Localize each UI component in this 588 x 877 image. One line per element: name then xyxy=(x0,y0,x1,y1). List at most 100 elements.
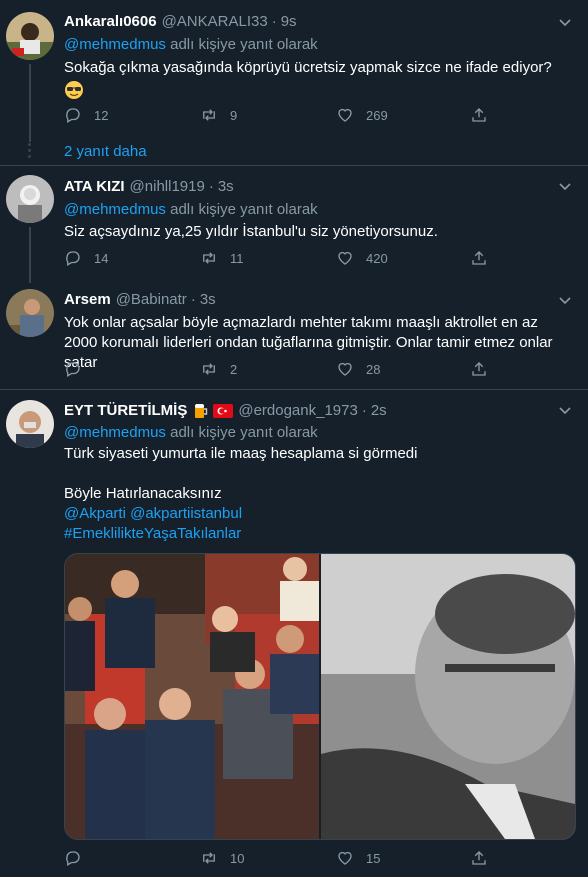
tweet-1[interactable]: Ankaralı0606 @ANKARALI33 · 9s @mehmedmus… xyxy=(0,0,588,165)
avatar[interactable] xyxy=(6,175,54,223)
display-name[interactable]: Ankaralı0606 xyxy=(64,13,157,30)
chevron-down-icon[interactable] xyxy=(557,14,573,30)
like-count: 28 xyxy=(366,361,381,377)
separator-dot: · xyxy=(190,291,196,308)
retweet-count: 9 xyxy=(230,107,238,123)
like-count: 420 xyxy=(366,250,388,266)
display-name[interactable]: EYT TÜRETİLMİŞ xyxy=(64,402,187,419)
tweet-2[interactable]: ATA KIZI @nihll1919 · 3s @mehmedmus adlı… xyxy=(0,166,588,283)
timestamp[interactable]: 3s xyxy=(200,291,216,308)
timestamp[interactable]: 9s xyxy=(281,13,297,30)
heart-icon xyxy=(338,108,352,122)
media-photo xyxy=(65,554,575,839)
like-button[interactable]: 15 xyxy=(336,849,396,867)
share-icon xyxy=(472,251,486,265)
share-button[interactable] xyxy=(470,360,500,378)
reply-icon xyxy=(66,251,80,266)
show-more-replies-link[interactable]: 2 yanıt daha xyxy=(64,143,147,160)
tweet-header: Ankaralı0606 @ANKARALI33 · 9s xyxy=(64,13,297,30)
reply-context: @mehmedmus adlı kişiye yanıt olarak xyxy=(64,36,318,53)
tweet-text: Sokağa çıkma yasağında köprüyü ücretsiz … xyxy=(64,58,574,106)
hashtag-link[interactable]: #EmeklilikteYaşaTakılanlar xyxy=(64,525,241,542)
reply-mention-link[interactable]: @mehmedmus xyxy=(64,201,166,218)
user-handle[interactable]: @ANKARALI33 xyxy=(162,13,268,30)
reply-context: @mehmedmus adlı kişiye yanıt olarak xyxy=(64,424,318,441)
retweet-button[interactable]: 10 xyxy=(200,849,260,867)
tweet-text-line: Böyle Hatırlanacaksınız xyxy=(64,485,222,502)
heart-icon xyxy=(338,251,352,265)
tweet-text: Siz açsaydınız ya,25 yıldır İstanbul'u s… xyxy=(64,223,438,240)
tweet-header: Arsem @Babinatr · 3s xyxy=(64,291,216,308)
reply-context-label: adlı kişiye yanıt olarak xyxy=(165,201,318,218)
share-icon xyxy=(472,362,486,376)
chevron-down-icon[interactable] xyxy=(557,178,573,194)
share-button[interactable] xyxy=(470,106,500,124)
tweet-text-content: Sokağa çıkma yasağında köprüyü ücretsiz … xyxy=(64,59,552,76)
retweet-count: 10 xyxy=(230,850,245,866)
tweet-text-line: Türk siyaseti yumurta ile maaş hesaplama… xyxy=(64,445,418,462)
avatar[interactable] xyxy=(6,400,54,448)
thread-line xyxy=(29,64,31,142)
reply-button[interactable]: 12 xyxy=(64,106,124,124)
turkey-flag-icon xyxy=(213,404,234,418)
share-button[interactable] xyxy=(470,249,500,267)
reply-count: 14 xyxy=(94,250,109,266)
tweet-header: EYT TÜRETİLMİŞ @erdogank_1973 · 2s xyxy=(64,402,387,420)
display-name[interactable]: ATA KIZI xyxy=(64,178,125,195)
retweet-icon xyxy=(203,252,215,264)
display-name[interactable]: Arsem xyxy=(64,291,111,308)
user-handle[interactable]: @erdogank_1973 xyxy=(238,402,358,419)
like-count: 269 xyxy=(366,107,388,123)
tweet-header: ATA KIZI @nihll1919 · 3s xyxy=(64,178,234,195)
user-handle[interactable]: @nihll1919 xyxy=(130,178,205,195)
like-button[interactable]: 420 xyxy=(336,249,396,267)
tweet-3[interactable]: Arsem @Babinatr · 3s Yok onlar açsalar b… xyxy=(0,283,588,388)
mention-link[interactable]: @Akparti xyxy=(64,505,126,522)
thread-line xyxy=(29,227,31,283)
retweet-button[interactable]: 2 xyxy=(200,360,260,378)
retweet-button[interactable]: 11 xyxy=(200,249,260,267)
retweet-icon xyxy=(203,852,215,864)
tweet-actions: 10 15 xyxy=(64,849,524,869)
reply-context-label: adlı kişiye yanıt olarak xyxy=(165,424,318,441)
share-icon xyxy=(472,851,486,865)
avatar[interactable] xyxy=(6,12,54,60)
separator-dot: · xyxy=(271,13,277,30)
tweet-actions: 2 28 xyxy=(64,360,524,380)
reply-icon xyxy=(66,851,80,866)
reply-mention-link[interactable]: @mehmedmus xyxy=(64,424,166,441)
reply-button[interactable] xyxy=(64,360,124,378)
reply-context-label: adlı kişiye yanıt olarak xyxy=(165,36,318,53)
share-button[interactable] xyxy=(470,849,500,867)
retweet-icon xyxy=(203,109,215,121)
user-handle[interactable]: @Babinatr xyxy=(116,291,187,308)
reply-icon xyxy=(66,362,80,377)
timestamp[interactable]: 3s xyxy=(218,178,234,195)
like-count: 15 xyxy=(366,850,381,866)
share-icon xyxy=(472,108,486,122)
timestamp[interactable]: 2s xyxy=(371,402,387,419)
tweet-media[interactable] xyxy=(64,553,576,840)
sunglasses-emoji-icon xyxy=(65,81,83,99)
tweet-actions: 14 11 420 xyxy=(64,249,524,269)
avatar[interactable] xyxy=(6,289,54,337)
tweet-text: Türk siyaseti yumurta ile maaş hesaplama… xyxy=(64,444,574,544)
retweet-button[interactable]: 9 xyxy=(200,106,260,124)
mention-link[interactable]: @akpartiistanbul xyxy=(130,505,242,522)
retweet-count: 2 xyxy=(230,361,238,377)
reply-count: 12 xyxy=(94,107,109,123)
more-replies-dots xyxy=(28,143,32,161)
heart-icon xyxy=(338,851,352,865)
separator-dot: · xyxy=(361,402,367,419)
heart-icon xyxy=(338,362,352,376)
reply-mention-link[interactable]: @mehmedmus xyxy=(64,36,166,53)
separator-dot: · xyxy=(208,178,214,195)
retweet-count: 11 xyxy=(230,250,244,266)
reply-button[interactable] xyxy=(64,849,124,867)
like-button[interactable]: 28 xyxy=(336,360,396,378)
chevron-down-icon[interactable] xyxy=(557,402,573,418)
reply-button[interactable]: 14 xyxy=(64,249,124,267)
beer-emoji-icon xyxy=(195,404,208,418)
like-button[interactable]: 269 xyxy=(336,106,396,124)
chevron-down-icon[interactable] xyxy=(557,292,573,308)
